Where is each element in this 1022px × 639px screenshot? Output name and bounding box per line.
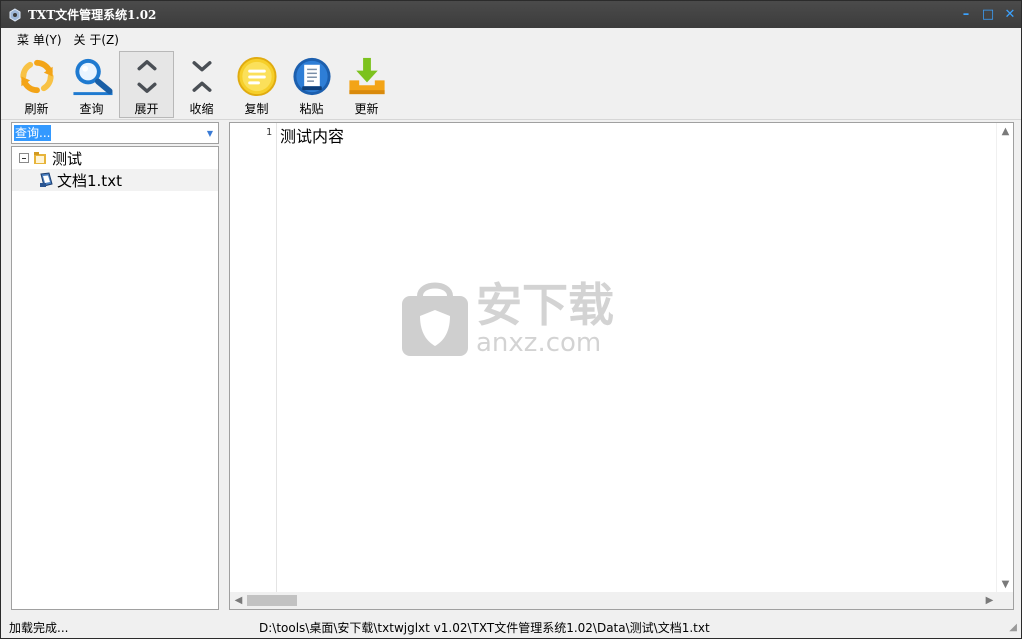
- paste-icon: [292, 57, 331, 96]
- text-editor[interactable]: 1 测试内容 安下载 anxz.com ▲ ▼ ◀ ▶: [229, 122, 1014, 610]
- paste-button[interactable]: 粘贴: [284, 51, 339, 118]
- tree-file-label: 文档1.txt: [57, 171, 122, 190]
- collapse-label: 收缩: [189, 102, 214, 116]
- watermark: 安下载 anxz.com: [400, 278, 614, 358]
- close-button[interactable]: ✕: [999, 1, 1021, 28]
- maximize-button[interactable]: □: [977, 1, 999, 28]
- tree-folder-row[interactable]: 测试: [12, 147, 218, 169]
- resize-grip-icon[interactable]: ◢: [1009, 622, 1017, 633]
- scroll-left-icon[interactable]: ◀: [230, 592, 247, 609]
- chevrons-expand-icon: [136, 60, 157, 93]
- copy-icon: [236, 56, 277, 97]
- line-number-gutter: 1: [230, 123, 277, 593]
- app-icon: [9, 7, 21, 22]
- editor-content[interactable]: 测试内容: [280, 123, 344, 147]
- text-file-icon: [40, 172, 53, 187]
- line-number: 1: [265, 127, 272, 138]
- update-button[interactable]: 更新: [339, 51, 394, 118]
- file-tree[interactable]: 测试 文档1.txt: [11, 146, 219, 610]
- refresh-icon: [19, 59, 54, 94]
- status-message: 加载完成...: [9, 620, 69, 635]
- refresh-button[interactable]: 刷新: [9, 51, 64, 118]
- horizontal-scrollbar[interactable]: ◀ ▶: [230, 592, 998, 609]
- tree-file-row[interactable]: 文档1.txt: [12, 169, 218, 191]
- update-label: 更新: [354, 102, 379, 116]
- window-title: TXT文件管理系统1.02: [28, 8, 157, 22]
- paste-label: 粘贴: [299, 102, 324, 116]
- search-combo[interactable]: 查询... ▼: [11, 122, 219, 144]
- watermark-cn: 安下载: [476, 278, 614, 332]
- status-bar: 加载完成... D:\tools\桌面\安下载\txtwjglxt v1.02\…: [1, 616, 1021, 638]
- horizontal-scroll-thumb[interactable]: [247, 595, 297, 606]
- menu-about[interactable]: 关 于(Z): [68, 31, 125, 48]
- collapse-toggle-icon[interactable]: [19, 153, 29, 163]
- download-icon: [348, 57, 385, 95]
- collapse-button[interactable]: 收缩: [174, 51, 229, 118]
- minimize-button[interactable]: –: [955, 1, 977, 28]
- status-file-path: D:\tools\桌面\安下载\txtwjglxt v1.02\TXT文件管理系…: [259, 620, 710, 635]
- dropdown-arrow-icon[interactable]: ▼: [202, 123, 218, 143]
- search-button[interactable]: 查询: [64, 51, 119, 118]
- menu-bar: 菜 单(Y) 关 于(Z): [1, 28, 1021, 50]
- vertical-scrollbar[interactable]: ▲ ▼: [996, 123, 1013, 593]
- copy-button[interactable]: 复制: [229, 51, 284, 118]
- menu-main[interactable]: 菜 单(Y): [11, 31, 68, 48]
- magnifier-icon: [72, 58, 113, 96]
- expand-button[interactable]: 展开: [119, 51, 174, 118]
- app-window: TXT文件管理系统1.02 – □ ✕ 菜 单(Y) 关 于(Z) 刷新 查询 …: [0, 0, 1022, 639]
- search-label: 查询: [79, 102, 104, 116]
- copy-label: 复制: [244, 102, 269, 116]
- chevrons-collapse-icon: [191, 61, 212, 92]
- scroll-up-icon[interactable]: ▲: [997, 123, 1014, 140]
- expand-label: 展开: [134, 102, 159, 116]
- search-combo-value[interactable]: 查询...: [14, 125, 52, 141]
- navigation-panel: 查询... ▼ 测试 文档1.txt: [11, 122, 219, 610]
- watermark-logo: [402, 282, 468, 356]
- refresh-label: 刷新: [24, 102, 49, 116]
- scroll-down-icon[interactable]: ▼: [997, 576, 1014, 593]
- watermark-en: anxz.com: [476, 328, 602, 358]
- tree-folder-label: 测试: [52, 149, 83, 168]
- folder-icon: [34, 152, 46, 164]
- toolbar: 刷新 查询 展开 收缩 复制 粘贴 更新: [1, 50, 1021, 120]
- title-bar[interactable]: TXT文件管理系统1.02 – □ ✕: [1, 1, 1021, 28]
- scroll-corner: [996, 592, 1013, 609]
